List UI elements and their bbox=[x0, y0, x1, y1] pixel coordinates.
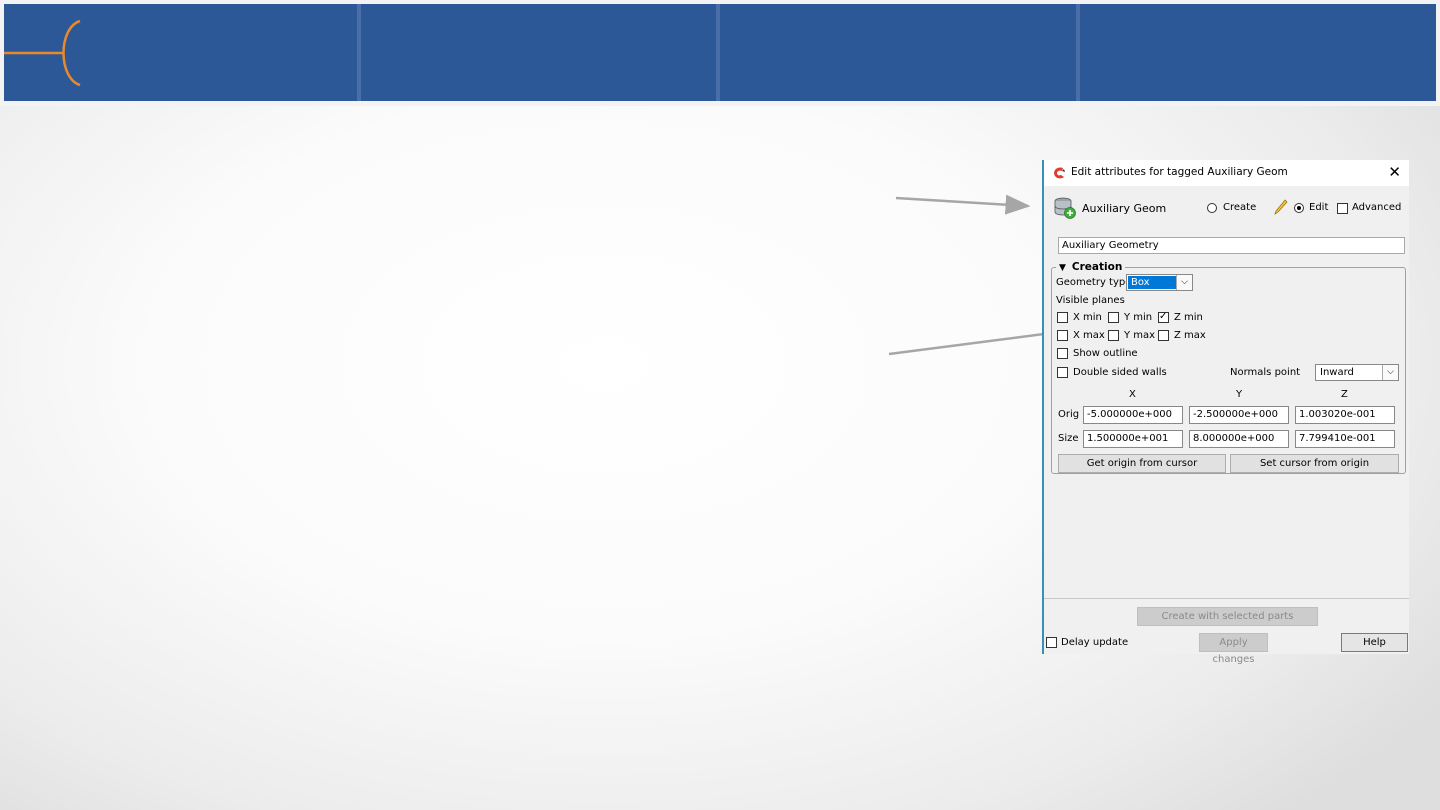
geometry-type-label: Geometry type bbox=[1056, 277, 1132, 288]
banner-panel-3 bbox=[720, 4, 1076, 101]
chevron-down-icon: ⌵ bbox=[1382, 365, 1398, 380]
delay-update-label: Delay update bbox=[1061, 637, 1129, 648]
edit-label: Edit bbox=[1309, 202, 1329, 213]
size-label: Size bbox=[1058, 433, 1079, 444]
ymax-checkbox[interactable] bbox=[1108, 330, 1119, 341]
delay-update-checkbox[interactable] bbox=[1046, 637, 1057, 648]
section-title: Creation bbox=[1071, 261, 1123, 273]
pencil-icon bbox=[1274, 199, 1288, 215]
edit-attributes-dialog: Edit attributes for tagged Auxiliary Geo… bbox=[1042, 160, 1409, 665]
xmin-checkbox[interactable] bbox=[1057, 312, 1068, 323]
advanced-checkbox[interactable] bbox=[1337, 203, 1348, 214]
normals-select[interactable]: Inward ⌵ bbox=[1315, 364, 1399, 381]
apply-changes-button[interactable]: Apply changes bbox=[1199, 633, 1268, 665]
edit-radio[interactable] bbox=[1294, 203, 1304, 213]
advanced-label: Advanced bbox=[1352, 202, 1402, 213]
show-outline-label: Show outline bbox=[1073, 348, 1138, 359]
zmax-label: Z max bbox=[1174, 330, 1206, 341]
show-outline-checkbox[interactable] bbox=[1057, 348, 1068, 359]
create-with-selected-button[interactable]: Create with selected parts bbox=[1137, 607, 1318, 626]
zmin-label: Z min bbox=[1174, 312, 1203, 323]
banner-panel-4 bbox=[1080, 4, 1436, 101]
zmin-checkbox[interactable] bbox=[1158, 310, 1169, 324]
orig-y-field[interactable]: -2.500000e+000 bbox=[1189, 406, 1289, 424]
col-x-header: X bbox=[1129, 389, 1136, 400]
zmax-checkbox[interactable] bbox=[1158, 330, 1169, 341]
pane-separator bbox=[1044, 598, 1409, 599]
object-header: Auxiliary Geom Create Edit Advanced bbox=[1044, 194, 1409, 222]
ymin-checkbox[interactable] bbox=[1108, 312, 1119, 323]
xmax-checkbox[interactable] bbox=[1057, 330, 1068, 341]
dialog-title: Edit attributes for tagged Auxiliary Geo… bbox=[1071, 166, 1288, 178]
size-x-field[interactable]: 1.500000e+001 bbox=[1083, 430, 1183, 448]
double-sided-label: Double sided walls bbox=[1073, 367, 1167, 378]
set-cursor-button[interactable]: Set cursor from origin bbox=[1230, 454, 1399, 473]
arrow-to-header bbox=[895, 194, 1031, 215]
banner-panel-2 bbox=[361, 4, 716, 101]
normals-label: Normals point bbox=[1230, 367, 1301, 378]
create-label: Create bbox=[1223, 202, 1257, 213]
creation-section-header[interactable]: ▼ Creation bbox=[1056, 261, 1126, 273]
normals-value: Inward bbox=[1320, 367, 1354, 378]
orange-bracket-icon bbox=[4, 19, 81, 87]
geometry-type-select[interactable]: Box ⌵ bbox=[1126, 274, 1193, 291]
visible-planes-label: Visible planes bbox=[1056, 295, 1125, 306]
help-button[interactable]: Help bbox=[1341, 633, 1408, 652]
dialog-titlebar: Edit attributes for tagged Auxiliary Geo… bbox=[1044, 160, 1409, 186]
chevron-down-icon: ⌵ bbox=[1176, 275, 1192, 290]
app-logo-icon bbox=[1054, 167, 1065, 179]
orig-z-field[interactable]: 1.003020e-001 bbox=[1295, 406, 1395, 424]
geometry-type-value: Box bbox=[1128, 276, 1180, 289]
double-sided-checkbox[interactable] bbox=[1057, 367, 1068, 378]
name-field[interactable]: Auxiliary Geometry bbox=[1058, 237, 1405, 254]
size-z-field[interactable]: 7.799410e-001 bbox=[1295, 430, 1395, 448]
xmin-label: X min bbox=[1073, 312, 1102, 323]
col-y-header: Y bbox=[1236, 389, 1243, 400]
triangle-down-icon: ▼ bbox=[1059, 263, 1066, 273]
size-y-field[interactable]: 8.000000e+000 bbox=[1189, 430, 1289, 448]
close-icon[interactable]: ✕ bbox=[1388, 163, 1401, 181]
create-radio[interactable] bbox=[1207, 203, 1217, 213]
get-origin-button[interactable]: Get origin from cursor bbox=[1058, 454, 1226, 473]
ymax-label: Y max bbox=[1124, 330, 1156, 341]
orig-x-field[interactable]: -5.000000e+000 bbox=[1083, 406, 1183, 424]
ymin-label: Y min bbox=[1124, 312, 1153, 323]
header-banner bbox=[0, 0, 1440, 106]
orig-label: Orig bbox=[1058, 409, 1080, 420]
xmax-label: X max bbox=[1073, 330, 1105, 341]
database-add-icon bbox=[1054, 197, 1076, 219]
col-z-header: Z bbox=[1341, 389, 1348, 400]
object-type-label: Auxiliary Geom bbox=[1082, 202, 1167, 215]
